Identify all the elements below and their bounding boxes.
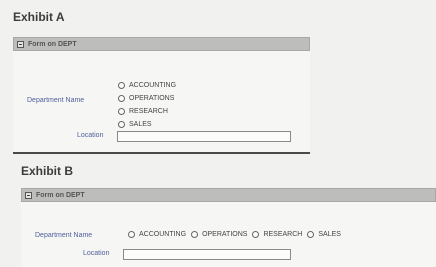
exhibit-a-radio-accounting[interactable]: ACCOUNTING	[118, 79, 176, 92]
exhibit-a-location-label: Location	[77, 132, 104, 139]
radio-button-icon[interactable]	[191, 231, 199, 238]
exhibit-b-radio-operations[interactable]: OPERATIONS	[191, 231, 247, 238]
exhibit-b-radio-research[interactable]: RESEARCH	[252, 231, 302, 238]
exhibit-a-department-name-label: Department Name	[27, 97, 85, 104]
exhibit-b-panel-header[interactable]: Form on DEPT	[21, 188, 436, 202]
exhibit-b-department-radio-group: ACCOUNTING OPERATIONS RESEARCH SALES	[128, 231, 346, 238]
radio-button-icon[interactable]	[118, 95, 125, 102]
exhibit-b-location-input[interactable]	[123, 249, 291, 260]
radio-label: OPERATIONS	[202, 231, 248, 238]
exhibit-a-location-input[interactable]	[117, 131, 291, 142]
collapse-icon[interactable]	[17, 40, 24, 48]
radio-button-icon[interactable]	[118, 82, 125, 89]
exhibit-b-radio-accounting[interactable]: ACCOUNTING	[128, 231, 186, 238]
radio-label: RESEARCH	[129, 108, 168, 115]
radio-button-icon[interactable]	[252, 231, 260, 238]
exhibit-a-department-radio-group: ACCOUNTING OPERATIONS RESEARCH SALES	[118, 79, 176, 131]
collapse-icon[interactable]	[25, 191, 32, 199]
radio-label: SALES	[129, 121, 152, 128]
exhibit-a-radio-operations[interactable]: OPERATIONS	[118, 92, 176, 105]
radio-button-icon[interactable]	[118, 121, 125, 128]
radio-label: SALES	[318, 231, 341, 238]
exhibit-a-panel-header[interactable]: Form on DEPT	[13, 37, 310, 51]
radio-button-icon[interactable]	[307, 231, 315, 238]
exhibit-b-location-label: Location	[83, 250, 110, 257]
exhibit-a-radio-sales[interactable]: SALES	[118, 118, 176, 131]
exhibit-b-title: Exhibit B	[21, 164, 74, 178]
radio-label: ACCOUNTING	[139, 231, 187, 238]
radio-label: ACCOUNTING	[129, 82, 177, 89]
exhibit-b-department-name-label: Department Name	[35, 232, 93, 239]
exhibit-b-panel-title: Form on DEPT	[36, 191, 85, 199]
exhibit-b-radio-sales[interactable]: SALES	[307, 231, 341, 238]
radio-label: OPERATIONS	[129, 95, 175, 102]
exhibit-a-panel-title: Form on DEPT	[28, 40, 77, 48]
radio-button-icon[interactable]	[118, 108, 125, 115]
exhibit-a-radio-research[interactable]: RESEARCH	[118, 105, 176, 118]
radio-button-icon[interactable]	[128, 231, 135, 238]
radio-label: RESEARCH	[263, 231, 303, 238]
exhibit-a-title: Exhibit A	[13, 10, 65, 24]
